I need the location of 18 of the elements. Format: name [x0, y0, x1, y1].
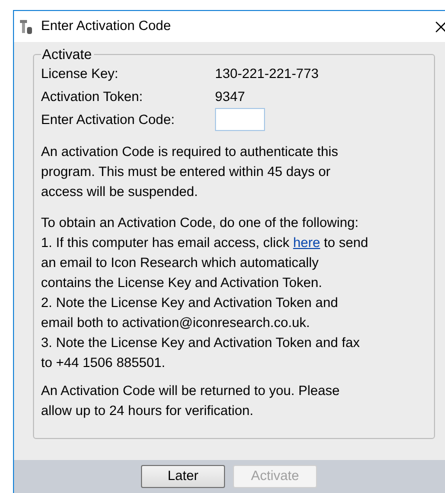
- step-text: 2. Note the License Key and Activation Token and email both to activation@iconresearch.co.uk.: [41, 294, 339, 332]
- here-link[interactable]: here: [293, 235, 320, 250]
- group-title: Activate: [41, 47, 93, 62]
- step-text: 3. Note the License Key and Activation Token and fax to +44 1506 885501.: [41, 334, 361, 372]
- footer-text: An Activation Code will be returned to you. Please allow up to 24 hours for verification.: [41, 382, 341, 420]
- activation-code-field[interactable]: [215, 108, 265, 132]
- step-text: 1. If this computer has email access, click here to send an email to Icon Research which automatically contains the License Key and Activation Token.: [41, 234, 370, 292]
- app-icon: [19, 18, 33, 34]
- instructions-intro: To obtain an Activation Code, do one of the following:: [41, 214, 360, 232]
- dialog-button[interactable]: Later: [141, 465, 225, 488]
- field-label: License Key:: [41, 64, 120, 83]
- notice-text: An activation Code is required to authenticate this program. This must be entered within 45 days or access will be suspended.: [41, 143, 340, 202]
- field-value: 9347: [215, 88, 246, 106]
- window-title: Enter Activation Code: [41, 17, 171, 36]
- field-value: 130-221-221-773: [215, 64, 319, 83]
- close-icon[interactable]: [435, 20, 445, 32]
- field-label: Enter Activation Code:: [41, 110, 176, 129]
- field-label: Activation Token:: [41, 88, 144, 106]
